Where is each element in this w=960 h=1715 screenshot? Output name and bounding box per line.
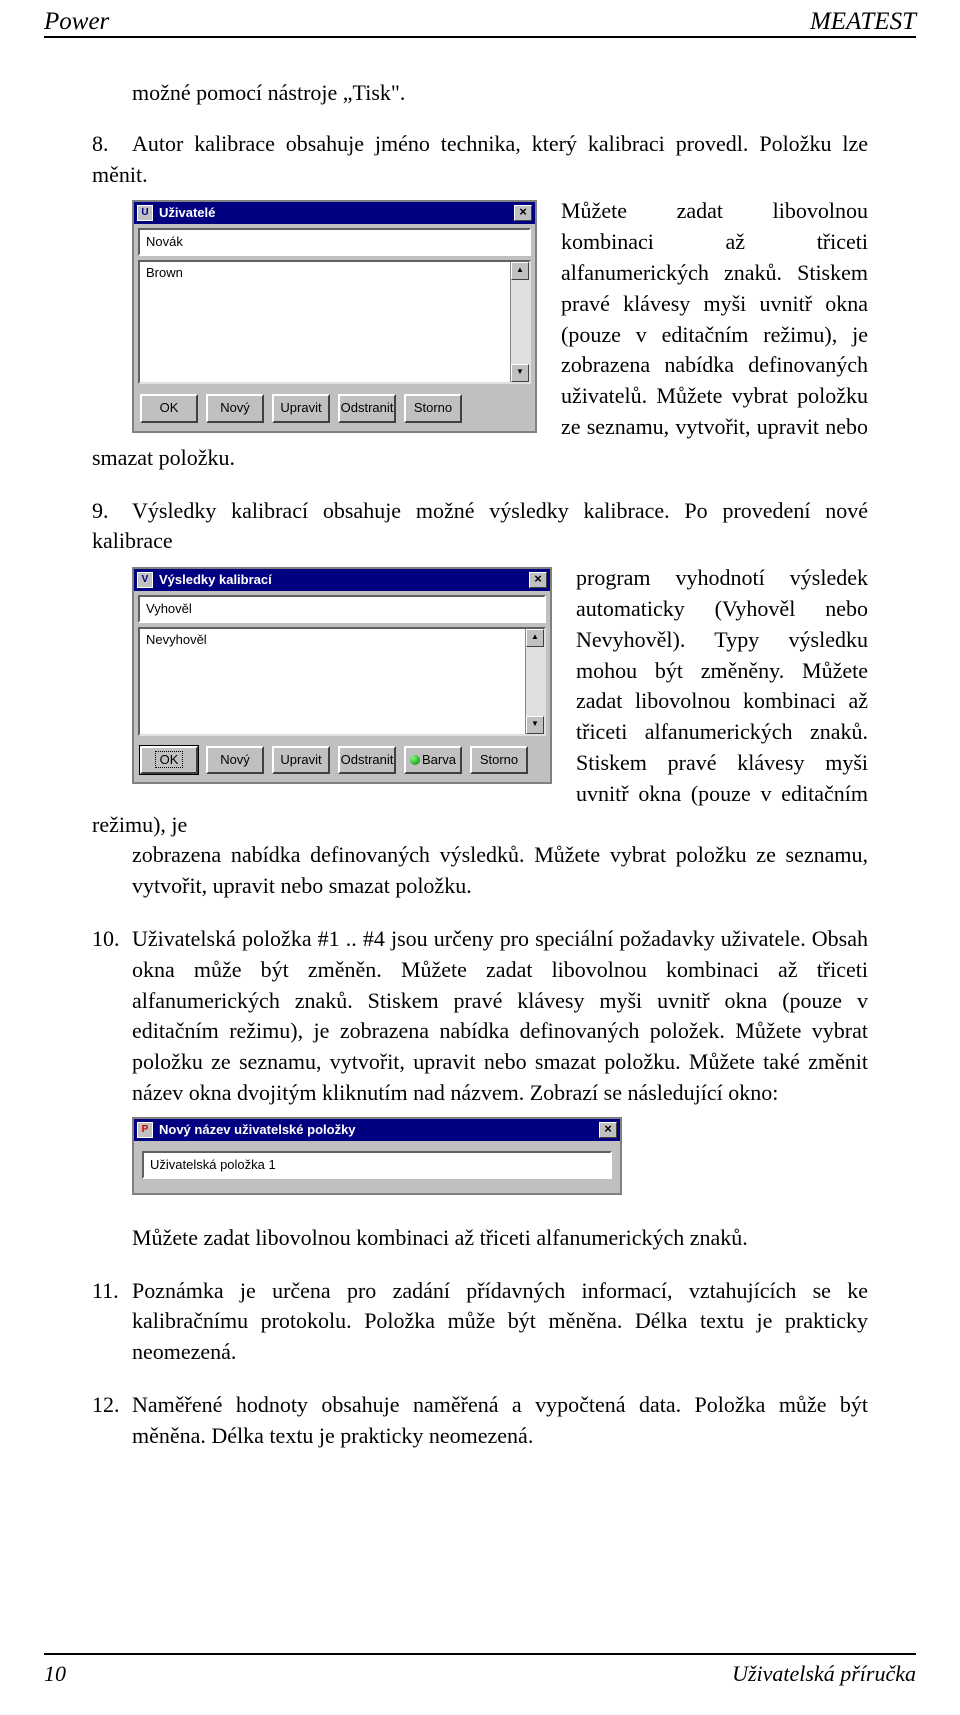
delete-button[interactable]: Odstranit xyxy=(338,394,396,422)
item10-text: Uživatelská položka #1 .. #4 jsou určeny… xyxy=(132,926,868,1105)
item8-num: 8. xyxy=(92,129,132,160)
window-results-titlebar: V Výsledky kalibrací × xyxy=(134,569,550,591)
scrollbar[interactable]: ▲ ▼ xyxy=(525,629,544,734)
window-icon: U xyxy=(137,205,153,221)
intro-text: možné pomocí nástroje „Tisk". xyxy=(92,78,868,109)
delete-button[interactable]: Odstranit xyxy=(338,746,396,774)
list-item-8: 8.Autor kalibrace obsahuje jméno technik… xyxy=(92,129,868,474)
list-item-12: 12.Naměřené hodnoty obsahuje naměřená a … xyxy=(92,1390,868,1452)
scrollbar[interactable]: ▲ ▼ xyxy=(510,262,529,382)
item12-num: 12. xyxy=(92,1390,132,1421)
new-button[interactable]: Nový xyxy=(206,746,264,774)
window-icon: P xyxy=(137,1122,153,1138)
item11-text: Poznámka je určena pro zadání přídavných… xyxy=(132,1278,868,1365)
results-field[interactable]: Vyhověl xyxy=(138,595,546,623)
page-footer: 10 Uživatelská příručka xyxy=(44,1653,916,1687)
header-right: MEATEST xyxy=(810,8,916,36)
scroll-up-icon[interactable]: ▲ xyxy=(526,629,544,647)
results-buttons: OK Nový Upravit Odstranit Barva Storno xyxy=(134,740,550,782)
item10-num: 10. xyxy=(92,924,132,955)
cancel-button[interactable]: Storno xyxy=(470,746,528,774)
window-rename: P Nový název uživatelské položky × Uživa… xyxy=(132,1117,622,1195)
page-header: Power MEATEST xyxy=(44,0,916,38)
window-results-title: Výsledky kalibrací xyxy=(157,571,529,589)
edit-button[interactable]: Upravit xyxy=(272,746,330,774)
window-rename-titlebar: P Nový název uživatelské položky × xyxy=(134,1119,620,1141)
users-buttons: OK Nový Upravit Odstranit Storno xyxy=(134,388,535,430)
window-icon: V xyxy=(137,572,153,588)
color-indicator-icon xyxy=(410,755,420,765)
scroll-down-icon[interactable]: ▼ xyxy=(526,716,544,734)
close-icon[interactable]: × xyxy=(529,572,547,588)
item10-after: Můžete zadat libovolnou kombinaci až tři… xyxy=(92,1223,868,1254)
window-rename-title: Nový název uživatelské položky xyxy=(157,1121,599,1139)
item9-first: Výsledky kalibrací obsahuje možné výsled… xyxy=(92,498,868,554)
item9-rest: zobrazena nabídka definovaných výsledků.… xyxy=(92,840,868,902)
scroll-up-icon[interactable]: ▲ xyxy=(511,262,529,280)
list-item-11: 11.Poznámka je určena pro zadání přídavn… xyxy=(92,1276,868,1368)
header-left: Power xyxy=(44,8,109,36)
list-item[interactable]: Brown xyxy=(146,264,504,282)
item8-first: Autor kalibrace obsahuje jméno technika,… xyxy=(92,131,868,187)
item11-num: 11. xyxy=(92,1276,132,1307)
ok-button[interactable]: OK xyxy=(140,746,198,774)
window-results: V Výsledky kalibrací × Vyhověl Nevyhověl… xyxy=(132,567,552,784)
cancel-button[interactable]: Storno xyxy=(404,394,462,422)
edit-button[interactable]: Upravit xyxy=(272,394,330,422)
color-button[interactable]: Barva xyxy=(404,746,462,774)
users-list[interactable]: Brown ▲ ▼ xyxy=(138,260,531,384)
item9-num: 9. xyxy=(92,496,132,527)
window-users: U Uživatelé × Novák Brown ▲ ▼ OK Nový Up… xyxy=(132,200,537,432)
list-item[interactable]: Nevyhověl xyxy=(146,631,519,649)
list-item-10: 10.Uživatelská položka #1 .. #4 jsou urč… xyxy=(92,924,868,1254)
ok-button[interactable]: OK xyxy=(140,394,198,422)
window-users-titlebar: U Uživatelé × xyxy=(134,202,535,224)
footer-left: 10 xyxy=(44,1661,66,1687)
scroll-down-icon[interactable]: ▼ xyxy=(511,364,529,382)
window-users-title: Uživatelé xyxy=(157,204,514,222)
users-field[interactable]: Novák xyxy=(138,228,531,256)
footer-right: Uživatelská příručka xyxy=(732,1661,916,1687)
new-button[interactable]: Nový xyxy=(206,394,264,422)
close-icon[interactable]: × xyxy=(599,1122,617,1138)
rename-field[interactable]: Uživatelská položka 1 xyxy=(142,1151,612,1179)
item12-text: Naměřené hodnoty obsahuje naměřená a vyp… xyxy=(132,1392,868,1448)
results-list[interactable]: Nevyhověl ▲ ▼ xyxy=(138,627,546,736)
close-icon[interactable]: × xyxy=(514,205,532,221)
list-item-9: 9.Výsledky kalibrací obsahuje možné výsl… xyxy=(92,496,868,902)
